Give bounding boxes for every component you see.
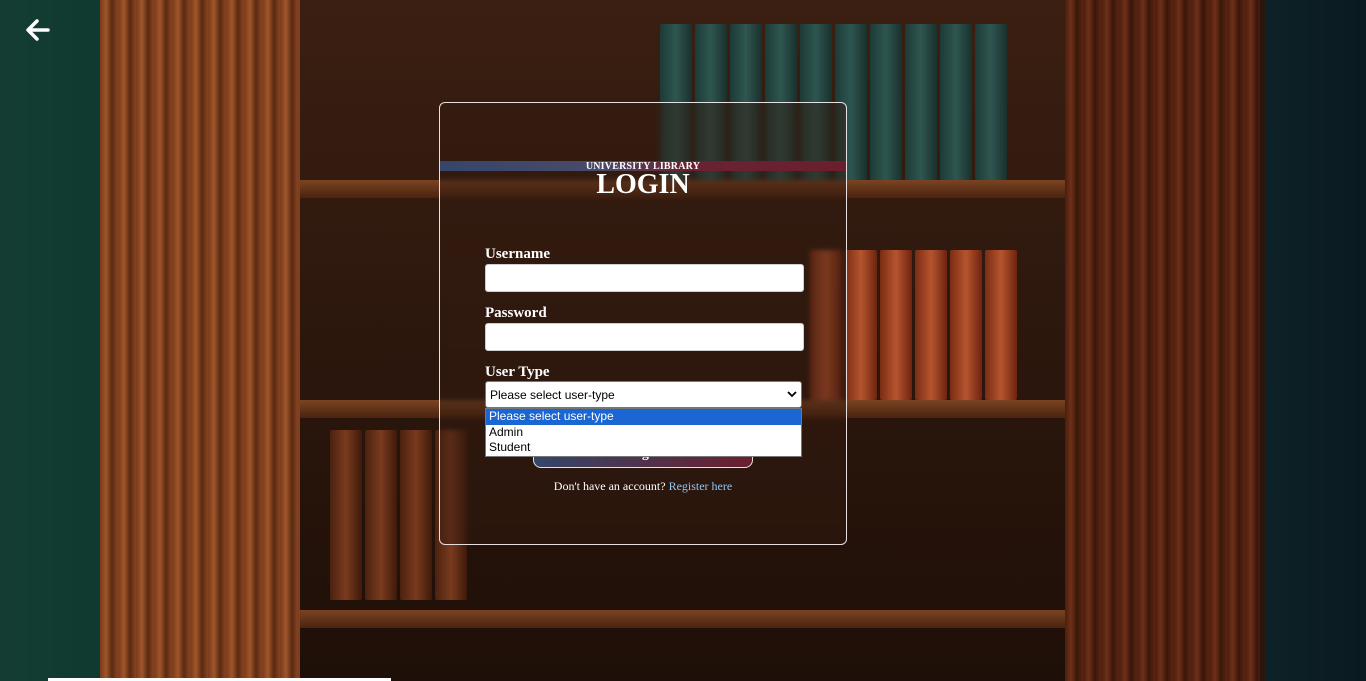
register-text: Don't have an account? xyxy=(553,479,666,493)
usertype-select[interactable]: Please select user-type xyxy=(485,381,802,408)
option-admin[interactable]: Admin xyxy=(486,425,801,441)
username-input[interactable] xyxy=(485,264,804,292)
wood-pillar-right xyxy=(1065,0,1260,681)
usertype-label: User Type xyxy=(485,364,550,380)
page-title: LOGIN xyxy=(596,169,690,200)
register-prompt: Don't have an account? Register here xyxy=(440,479,846,494)
arrow-left-icon xyxy=(26,19,50,41)
username-label: Username xyxy=(485,246,550,262)
option-student[interactable]: Student xyxy=(486,440,801,456)
shelf xyxy=(300,610,1065,628)
back-button[interactable] xyxy=(22,14,54,46)
chevron-down-icon xyxy=(787,391,797,398)
password-label: Password xyxy=(485,305,547,321)
login-card: UNIVERSITY LIBRARY LOGIN Username Passwo… xyxy=(439,102,847,545)
register-link[interactable]: Register here xyxy=(669,479,733,493)
wood-pillar-left xyxy=(100,0,300,681)
password-input[interactable] xyxy=(485,323,804,351)
option-placeholder[interactable]: Please select user-type xyxy=(486,409,801,425)
usertype-dropdown-list: Please select user-type Admin Student xyxy=(485,408,802,457)
usertype-selected-value: Please select user-type xyxy=(490,388,615,402)
